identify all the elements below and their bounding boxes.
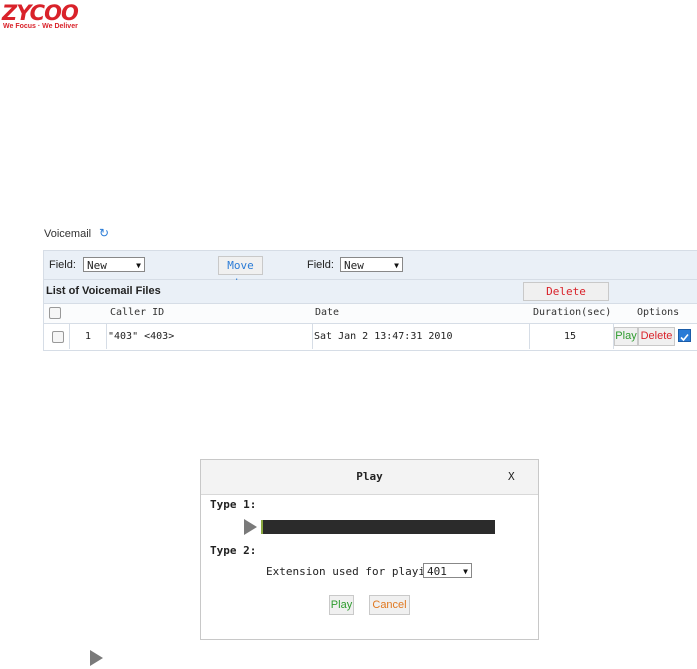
column-header: Date bbox=[315, 307, 340, 318]
play-triangle-icon[interactable] bbox=[244, 519, 257, 535]
type1-label: Type 1: bbox=[210, 498, 257, 511]
play-button[interactable]: Play bbox=[329, 595, 354, 615]
audio-progress-bar[interactable] bbox=[261, 520, 495, 534]
field-select-value-2: New bbox=[344, 259, 364, 272]
row-checkbox[interactable] bbox=[52, 331, 64, 343]
play-dialog: Play X Type 1: Type 2: Extension used fo… bbox=[200, 459, 539, 640]
move-to-button[interactable]: Move to bbox=[218, 256, 263, 289]
column-header: Options bbox=[637, 307, 680, 318]
field-select-1[interactable]: New ▼ bbox=[83, 257, 145, 272]
row-index: 1 bbox=[85, 331, 92, 342]
select-all-checkbox[interactable] bbox=[49, 307, 61, 319]
dropdown-caret-icon: ▼ bbox=[136, 261, 141, 270]
field-select-value: New bbox=[87, 259, 107, 272]
column-header: Caller ID bbox=[110, 307, 165, 318]
close-button[interactable]: X bbox=[508, 470, 515, 483]
logo: ZYCOO We Focus · We Deliver bbox=[2, 2, 92, 32]
toolbar: Field: New ▼ Move to Field: New ▼ bbox=[44, 251, 697, 289]
extension-select[interactable]: 401 ▼ bbox=[423, 563, 472, 578]
section-title: Voicemail bbox=[44, 228, 92, 240]
extension-label: Extension used for playing: bbox=[266, 565, 445, 578]
cancel-button[interactable]: Cancel bbox=[369, 595, 410, 615]
field-label: Field: bbox=[49, 259, 76, 271]
list-title: List of Voicemail Files bbox=[46, 285, 161, 297]
row-play-button[interactable]: Play bbox=[614, 327, 638, 346]
delete-selected-button[interactable]: Delete Selected bbox=[523, 282, 609, 315]
logo-wordmark: ZYCOO bbox=[2, 1, 79, 25]
column-header: Duration(sec) bbox=[533, 307, 612, 318]
refresh-icon[interactable]: ↻ bbox=[99, 226, 109, 240]
extension-select-value: 401 bbox=[427, 565, 447, 578]
logo-tagline: We Focus · We Deliver bbox=[3, 23, 78, 30]
dropdown-caret-icon: ▼ bbox=[463, 567, 468, 576]
type2-label: Type 2: bbox=[210, 544, 257, 557]
voicemail-panel: Field: New ▼ Move to Field: New ▼ List o… bbox=[43, 250, 697, 351]
play-triangle-icon bbox=[90, 650, 103, 666]
dropdown-caret-icon: ▼ bbox=[394, 261, 399, 270]
duration: 15 bbox=[564, 331, 577, 342]
field-select-2[interactable]: New ▼ bbox=[340, 257, 403, 272]
table-header: Caller ID Date Duration(sec) Options bbox=[44, 304, 697, 324]
field-label-2: Field: bbox=[307, 259, 334, 271]
caller-id: "403" <403> bbox=[108, 331, 175, 342]
list-header-bar: List of Voicemail Files Delete Selected bbox=[44, 280, 697, 315]
table-row: 1 "403" <403> Sat Jan 2 13:47:31 2010 15… bbox=[44, 324, 697, 349]
dialog-header: Play X bbox=[201, 460, 538, 495]
date: Sat Jan 2 13:47:31 2010 bbox=[314, 331, 453, 342]
checkbox-icon[interactable] bbox=[678, 329, 691, 342]
dialog-title: Play bbox=[356, 470, 383, 483]
row-delete-button[interactable]: Delete bbox=[638, 327, 675, 346]
